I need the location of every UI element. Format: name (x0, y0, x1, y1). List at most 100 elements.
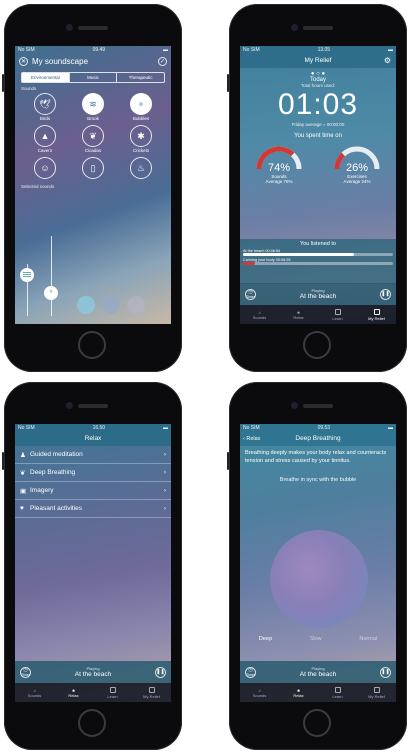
lungs-icon: ❦ (20, 469, 26, 477)
breathing-bubble (270, 530, 368, 628)
pause-button[interactable]: ❚❚ (380, 288, 391, 300)
timer-button[interactable]: ◷ Timer (245, 666, 256, 678)
sound-cicadas[interactable]: ❦ Cicadas (69, 125, 117, 153)
tab-relax[interactable]: ❀ Relax (54, 683, 93, 702)
gauge-exercises-average: Average 24% (343, 179, 371, 184)
track-bar (243, 253, 393, 256)
tab-bar: ♫ Sounds ❀ Relax Learn My Relief (240, 305, 396, 324)
tab-my-relief[interactable]: My Relief (357, 305, 396, 324)
sound-crickets[interactable]: ✱ Crickets (117, 125, 165, 153)
tab-relax[interactable]: ❀ Relax (279, 683, 318, 702)
speed-selector: Deep Slow Normal (240, 636, 396, 642)
speed-normal[interactable]: Normal (359, 636, 377, 642)
track-bar-fill (243, 253, 354, 256)
home-button[interactable] (303, 331, 331, 359)
battery-icon: ▬ (163, 47, 168, 53)
track-row: Calming your body 00:08:28 (240, 256, 396, 265)
tab-label: Relax (293, 692, 304, 698)
timer-label: Timer (246, 295, 255, 299)
pause-button[interactable]: ❚❚ (380, 666, 391, 678)
chevron-right-icon: › (163, 487, 166, 494)
empty-slot-2[interactable] (102, 296, 120, 314)
speed-deep[interactable]: Deep (259, 636, 272, 642)
home-button[interactable] (78, 709, 106, 737)
book-icon (109, 686, 116, 693)
battery-icon: ▬ (388, 47, 393, 53)
side-button (227, 452, 229, 470)
tab-label: Sounds (27, 692, 42, 698)
sound-brook[interactable]: ≋ Brook (69, 93, 117, 121)
sound-fire[interactable]: ♨ (117, 157, 165, 179)
confirm-check-icon[interactable]: ✓ (158, 57, 167, 66)
tab-learn[interactable]: Learn (93, 683, 132, 702)
chart-icon (373, 308, 380, 315)
side-button (227, 74, 229, 92)
sound-door[interactable]: ▯ (69, 157, 117, 179)
image-icon: ▣ (20, 487, 27, 495)
sound-label: Cavern (37, 148, 53, 153)
list-item-pleasant-activities[interactable]: ♥ Pleasant activities › (15, 500, 171, 518)
speaker-grill (78, 404, 108, 408)
sound-crowd[interactable]: ☺ (21, 157, 69, 179)
chevron-right-icon: › (163, 451, 166, 458)
tab-label: Learn (107, 693, 118, 699)
bubbles-icon: ⚬ (48, 289, 54, 296)
back-button[interactable]: ‹ Relax (243, 432, 260, 446)
header-band: No SIM 13.05 ▬ My Relief ⚙ (240, 46, 396, 68)
sound-birds[interactable]: 🕊 Birds (21, 93, 69, 121)
speed-slow[interactable]: Slow (310, 636, 322, 642)
volume-slider-bubbles[interactable]: ⚬ (44, 286, 58, 300)
list-item-deep-breathing[interactable]: ❦ Deep Breathing › (15, 464, 171, 482)
header: ✕ My soundscape ✓ (15, 54, 171, 69)
list-item-label: Pleasant activities (30, 505, 83, 512)
tab-my-relief[interactable]: My Relief (357, 683, 396, 702)
list-item-guided-meditation[interactable]: ♟ Guided meditation › (15, 446, 171, 464)
camera-dot (291, 402, 298, 409)
tab-relax[interactable]: ❀ Relax (279, 305, 318, 324)
speaker-grill (303, 404, 333, 408)
pause-button[interactable]: ❚❚ (155, 666, 166, 678)
tab-learn[interactable]: Learn (318, 683, 357, 702)
tab-label: My Relief (368, 315, 385, 321)
gauge-sounds-average: Average 76% (265, 179, 293, 184)
page-title: My Relief (304, 57, 332, 64)
tab-music[interactable]: Music (68, 73, 117, 82)
empty-slot-3[interactable] (127, 296, 145, 314)
camera-dot (291, 24, 298, 31)
page-title: Deep Breathing (295, 435, 341, 442)
tab-sounds[interactable]: ♫ Sounds (240, 305, 279, 324)
mountain-icon: ▲ (34, 125, 56, 147)
book-icon (334, 308, 341, 315)
sound-bubbles[interactable]: ⚬ Bubbles (117, 93, 165, 121)
cricket-icon: ✱ (130, 125, 152, 147)
screen-soundscape: No SIM 09.49 ▬ ✕ My soundscape ✓ Environme… (15, 46, 171, 324)
gear-icon[interactable]: ⚙ (384, 54, 391, 68)
gauge-exercises: 26% Exercises Average 24% (327, 141, 387, 184)
close-icon[interactable]: ✕ (19, 57, 28, 66)
volume-slider-track-2 (51, 236, 52, 316)
pause-icon: ❚❚ (156, 669, 165, 675)
tab-my-relief[interactable]: My Relief (132, 683, 171, 702)
home-button[interactable] (78, 331, 106, 359)
now-playing-bar: ◷ Timer Playing At the beach ❚❚ (240, 661, 396, 683)
home-button[interactable] (303, 709, 331, 737)
timer-button[interactable]: ◷ Timer (20, 666, 31, 678)
tab-bar: ♫ Sounds ❀ Relax Learn My Relief (240, 683, 396, 702)
status-bar: No SIM 16.50 ▬ (15, 424, 171, 432)
screen-relax: No SIM 16.50 ▬ Relax ♟ Guided meditation › ❦… (15, 424, 171, 702)
volume-slider-brook[interactable] (20, 268, 34, 282)
tab-label: Sounds (252, 314, 267, 320)
tab-environmental[interactable]: Environmental (22, 73, 69, 82)
tab-therapeutic[interactable]: Therapeutic (116, 73, 164, 82)
screen-deep-breathing: No SIM 09.53 ▬ ‹ Relax Deep Breathing Brea… (240, 424, 396, 702)
timer-button[interactable]: ◷ Timer (245, 288, 256, 300)
status-bar: No SIM 13.05 ▬ (240, 46, 396, 54)
list-item-imagery[interactable]: ▣ Imagery › (15, 482, 171, 500)
empty-slot-1[interactable] (77, 296, 95, 314)
tab-sounds[interactable]: ♫ Sounds (240, 683, 279, 702)
tab-sounds[interactable]: ♫ Sounds (15, 683, 54, 702)
breathe-hint: Breathe in sync with the bubble (279, 477, 357, 483)
sound-cavern[interactable]: ▲ Cavern (21, 125, 69, 153)
tab-learn[interactable]: Learn (318, 305, 357, 324)
book-icon (334, 686, 341, 693)
